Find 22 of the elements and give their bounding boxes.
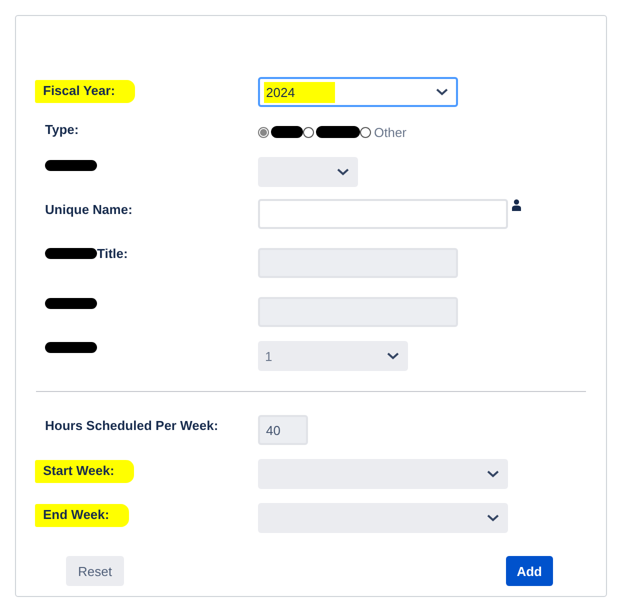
radio-button[interactable] — [360, 126, 371, 138]
radio-button[interactable] — [258, 126, 269, 138]
dropdown-value: 1 — [264, 348, 274, 366]
field-label: End Week: — [35, 504, 130, 527]
dropdown-value: 2024 — [264, 82, 335, 102]
chevron-down-icon — [337, 168, 349, 176]
add-button[interactable]: Add — [506, 556, 553, 586]
radio-button[interactable] — [303, 126, 314, 138]
reset-button[interactable]: Reset — [66, 556, 124, 586]
field-label: Start Week: — [35, 460, 134, 483]
field-label: Unique Name: — [45, 201, 132, 219]
chevron-down-icon — [436, 88, 448, 96]
chevron-down-icon — [487, 470, 499, 478]
chevron-down-icon — [387, 352, 399, 360]
input-field[interactable] — [258, 199, 508, 229]
field-label: Title: — [97, 245, 128, 263]
dropdown[interactable]: 2024 — [258, 77, 458, 107]
field-label: Type: — [45, 121, 79, 139]
chevron-down-icon — [487, 514, 499, 522]
field-label: Fiscal Year: — [35, 80, 136, 103]
field-label: Hours Scheduled Per Week: — [45, 417, 218, 435]
radio-label: Other — [374, 124, 407, 140]
